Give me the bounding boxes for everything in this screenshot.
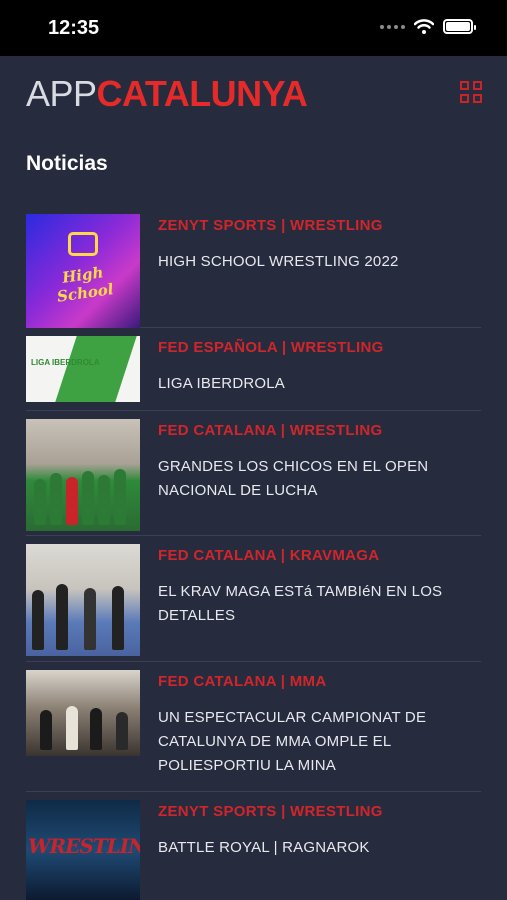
thumbnail-text: High School xyxy=(55,263,115,306)
thumbnail-text: LIGA IBERDROLA xyxy=(31,358,100,367)
news-item[interactable]: FED CATALANA | KRAVMAGA EL KRAV MAGA EST… xyxy=(26,536,481,662)
battery-icon xyxy=(443,19,476,34)
status-time: 12:35 xyxy=(48,17,100,39)
news-thumbnail: LIGA IBERDROLA xyxy=(26,336,140,402)
news-thumbnail xyxy=(26,670,140,756)
app-logo[interactable]: APPCATALUNYA xyxy=(26,73,308,114)
news-title: BATTLE ROYAL | RAGNAROK xyxy=(158,839,370,856)
cellular-signal-icon xyxy=(380,24,405,29)
status-bar: 12:35 xyxy=(0,0,507,56)
news-thumbnail xyxy=(26,419,140,531)
wifi-icon xyxy=(414,19,434,34)
news-item[interactable]: FED CATALANA | MMA UN ESPECTACULAR CAMPI… xyxy=(26,662,481,792)
news-thumbnail xyxy=(26,544,140,656)
news-title: EL KRAV MAGA ESTá TAMBIéN EN LOS DETALLE… xyxy=(158,583,443,624)
news-source: FED CATALANA | MMA xyxy=(158,673,327,690)
news-item[interactable]: High School ZENYT SPORTS | WRESTLING HIG… xyxy=(26,206,481,328)
news-source: FED CATALANA | KRAVMAGA xyxy=(158,547,380,564)
news-title: LIGA IBERDROLA xyxy=(158,375,286,392)
logo-text-bold: CATALUNYA xyxy=(96,73,308,114)
news-title: HIGH SCHOOL WRESTLING 2022 xyxy=(158,253,399,270)
section-title: Noticias xyxy=(26,152,108,175)
news-title: UN ESPECTACULAR CAMPIONAT DE CATALUNYA D… xyxy=(158,709,427,774)
news-title: GRANDES LOS CHICOS EN EL OPEN NACIONAL D… xyxy=(158,458,429,499)
news-thumbnail: WRESTLING xyxy=(26,800,140,900)
news-source: FED CATALANA | WRESTLING xyxy=(158,422,383,439)
status-icons xyxy=(380,19,476,34)
news-item[interactable]: WRESTLING ZENYT SPORTS | WRESTLING BATTL… xyxy=(26,792,481,900)
news-source: ZENYT SPORTS | WRESTLING xyxy=(158,803,383,820)
news-thumbnail: High School xyxy=(26,214,140,328)
news-source: FED ESPAÑOLA | WRESTLING xyxy=(158,339,384,356)
logo-text-light: APP xyxy=(26,73,97,114)
grid-menu-icon[interactable] xyxy=(460,81,482,103)
news-list: High School ZENYT SPORTS | WRESTLING HIG… xyxy=(26,206,481,900)
news-item[interactable]: LIGA IBERDROLA FED ESPAÑOLA | WRESTLING … xyxy=(26,328,481,411)
thumbnail-text: WRESTLING xyxy=(28,834,140,858)
app-header: APPCATALUNYA xyxy=(0,56,507,136)
news-source: ZENYT SPORTS | WRESTLING xyxy=(158,217,383,234)
news-item[interactable]: FED CATALANA | WRESTLING GRANDES LOS CHI… xyxy=(26,411,481,536)
